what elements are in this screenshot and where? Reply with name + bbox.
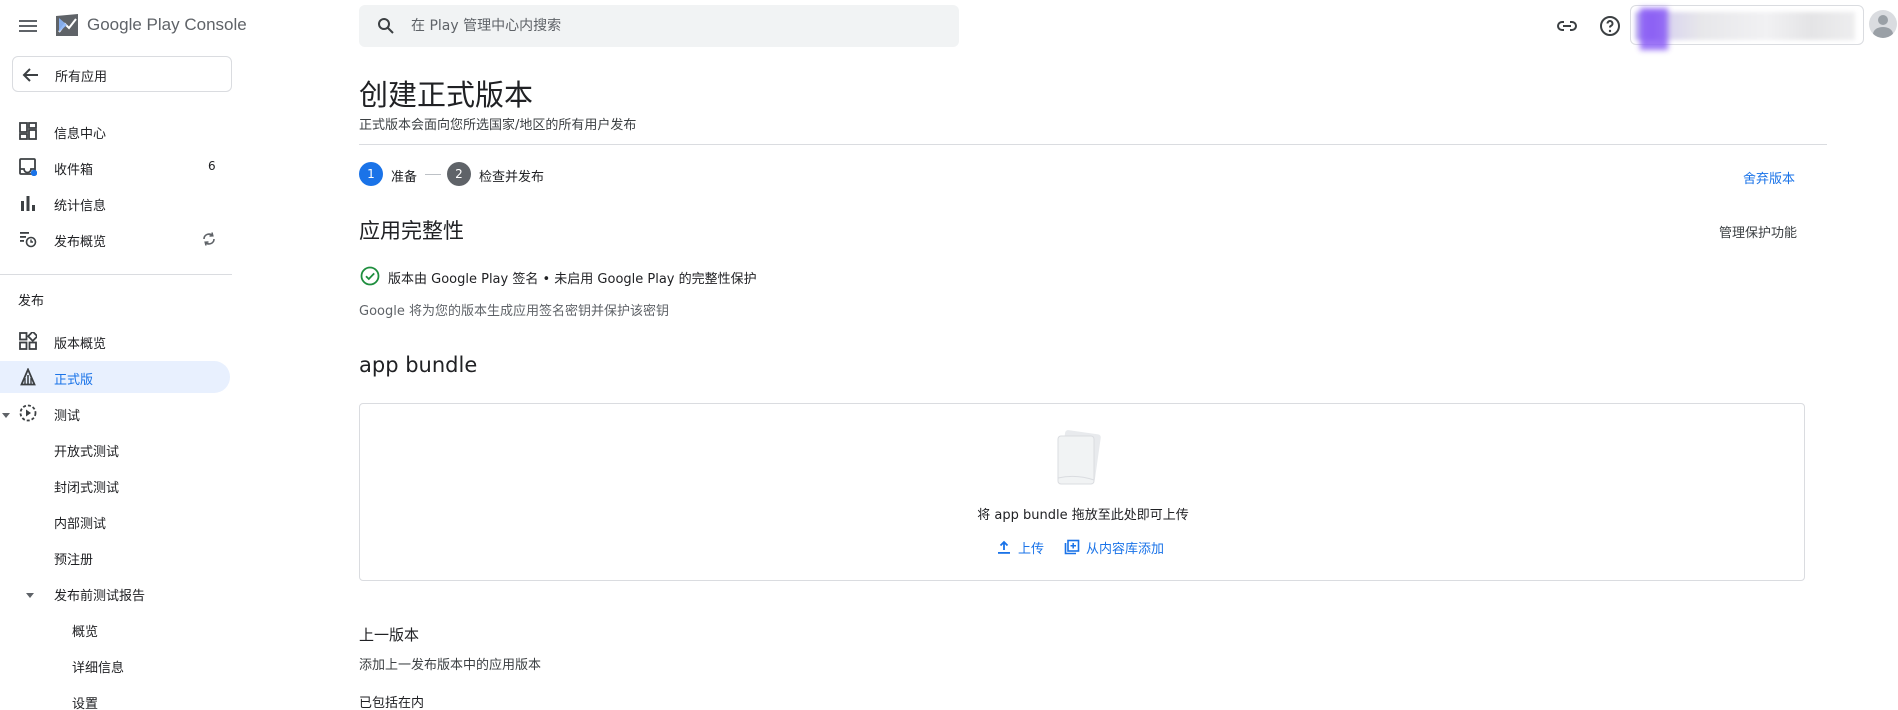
sidebar-item-label: 内部测试 xyxy=(54,517,107,532)
sidebar-item-label: 详细信息 xyxy=(72,661,125,676)
add-from-library-button[interactable]: 从内容库添加 xyxy=(1064,537,1174,557)
step-2-label: 检查并发布 xyxy=(479,170,545,185)
sidebar-item-overview[interactable]: 概览 xyxy=(0,613,230,645)
app-integrity-heading: 应用完整性 xyxy=(359,219,464,243)
sidebar-item-label: 设置 xyxy=(72,697,99,710)
sidebar-item-testing[interactable]: 测试 xyxy=(0,397,230,429)
release-overview-icon xyxy=(19,332,37,350)
check-circle-icon xyxy=(360,266,380,286)
header-divider xyxy=(359,144,1827,145)
signing-key-note: Google 将为您的版本生成应用签名密钥并保护该密钥 xyxy=(359,304,669,319)
avatar[interactable] xyxy=(1869,10,1897,38)
sidebar-item-open-testing[interactable]: 开放式测试 xyxy=(0,433,230,465)
inbox-count-badge: 6 xyxy=(208,159,216,173)
sidebar-item-pre-launch-report[interactable]: 发布前测试报告 xyxy=(0,577,230,609)
arrow-back-icon xyxy=(22,68,38,82)
document-upload-illustration-icon xyxy=(1057,430,1101,485)
sidebar-divider xyxy=(0,274,232,275)
upload-label: 上传 xyxy=(1018,542,1045,557)
previous-release-description: 添加上一发布版本中的应用版本 xyxy=(359,658,542,673)
sidebar-nav: 所有应用 信息中心 收件箱 6 统计信息 发布概览 发布 版本概览 正式版 测试… xyxy=(0,52,240,710)
sidebar-item-label: 封闭式测试 xyxy=(54,481,120,496)
sidebar-item-label: 开放式测试 xyxy=(54,445,120,460)
google-play-console-logo-icon[interactable] xyxy=(54,12,80,38)
sidebar-item-label: 测试 xyxy=(54,409,81,424)
sidebar-item-details[interactable]: 详细信息 xyxy=(0,649,230,681)
publishing-overview-icon xyxy=(20,232,37,248)
bar-chart-icon xyxy=(21,196,35,211)
help-icon[interactable] xyxy=(1598,14,1622,38)
sidebar-item-label: 信息中心 xyxy=(54,127,107,142)
step-1-label: 准备 xyxy=(391,170,418,185)
sidebar-item-label: 正式版 xyxy=(54,373,94,388)
sidebar-item-inbox[interactable]: 收件箱 6 xyxy=(0,151,230,183)
drop-instructions: 将 app bundle 拖放至此处即可上传 xyxy=(977,508,1189,523)
developer-account-icon xyxy=(1640,8,1668,50)
library-add-icon xyxy=(1064,539,1080,555)
sidebar-item-label: 收件箱 xyxy=(54,163,94,178)
sidebar-item-label: 发布概览 xyxy=(54,235,107,250)
manage-protection-button[interactable]: 管理保护功能 xyxy=(1719,222,1797,241)
sidebar-item-closed-testing[interactable]: 封闭式测试 xyxy=(0,469,230,501)
page-title: 创建正式版本 xyxy=(359,78,534,112)
inbox-icon xyxy=(19,158,37,176)
testing-icon xyxy=(19,404,37,422)
sidebar-item-label: 版本概览 xyxy=(54,337,107,352)
upload-button[interactable]: 上传 xyxy=(996,537,1048,557)
production-icon xyxy=(20,368,36,386)
search-input[interactable] xyxy=(411,5,941,47)
included-label: 已包括在内 xyxy=(359,696,425,710)
sidebar-item-pre-registration[interactable]: 预注册 xyxy=(0,541,230,573)
sidebar-item-label: 统计信息 xyxy=(54,199,107,214)
sidebar-item-label: 预注册 xyxy=(54,553,94,568)
sidebar-item-dashboard[interactable]: 信息中心 xyxy=(0,115,230,147)
brand-console: Console xyxy=(179,15,247,34)
account-name-redacted xyxy=(1635,12,1855,40)
sidebar-item-publishing-overview[interactable]: 发布概览 xyxy=(0,223,230,255)
all-apps-button[interactable]: 所有应用 xyxy=(12,56,232,92)
step-1-indicator: 1 xyxy=(359,162,383,186)
brand-google-play: Google Play xyxy=(87,15,180,34)
step-connector xyxy=(425,174,441,175)
discard-release-button[interactable]: 舍弃版本 xyxy=(1743,168,1795,187)
upload-icon xyxy=(998,540,1010,554)
bundle-drop-zone[interactable]: 将 app bundle 拖放至此处即可上传 上传 从内容库添加 xyxy=(359,403,1805,581)
step-2-indicator: 2 xyxy=(447,162,471,186)
previous-release-heading: 上一版本 xyxy=(359,626,420,644)
dashboard-icon xyxy=(19,122,37,140)
sidebar-item-release-overview[interactable]: 版本概览 xyxy=(0,325,230,357)
app-bundle-heading: app bundle xyxy=(359,353,478,377)
sidebar-item-label: 概览 xyxy=(72,625,99,640)
all-apps-label: 所有应用 xyxy=(55,70,108,85)
sidebar-item-label: 发布前测试报告 xyxy=(54,589,146,604)
signing-status-text: 版本由 Google Play 签名 • 未启用 Google Play 的完整… xyxy=(388,272,757,287)
sidebar-item-production[interactable]: 正式版 xyxy=(0,361,230,393)
link-icon[interactable] xyxy=(1555,14,1579,38)
search-icon xyxy=(378,18,394,34)
top-app-bar: Google Play Console xyxy=(0,0,1898,52)
sidebar-item-statistics[interactable]: 统计信息 xyxy=(0,187,230,219)
menu-icon[interactable] xyxy=(16,14,40,38)
sidebar-item-settings[interactable]: 设置 xyxy=(0,685,230,710)
page-subtitle: 正式版本会面向您所选国家/地区的所有用户发布 xyxy=(359,118,637,133)
main-content: 创建正式版本 正式版本会面向您所选国家/地区的所有用户发布 1 准备 2 检查并… xyxy=(359,52,1829,710)
app-brand[interactable]: Google Play Console xyxy=(87,15,247,35)
add-from-library-label: 从内容库添加 xyxy=(1086,542,1165,557)
search-bar[interactable] xyxy=(359,5,959,47)
sidebar-section-release: 发布 xyxy=(18,294,45,309)
sidebar-item-internal-testing[interactable]: 内部测试 xyxy=(0,505,230,537)
sync-icon xyxy=(203,232,215,246)
